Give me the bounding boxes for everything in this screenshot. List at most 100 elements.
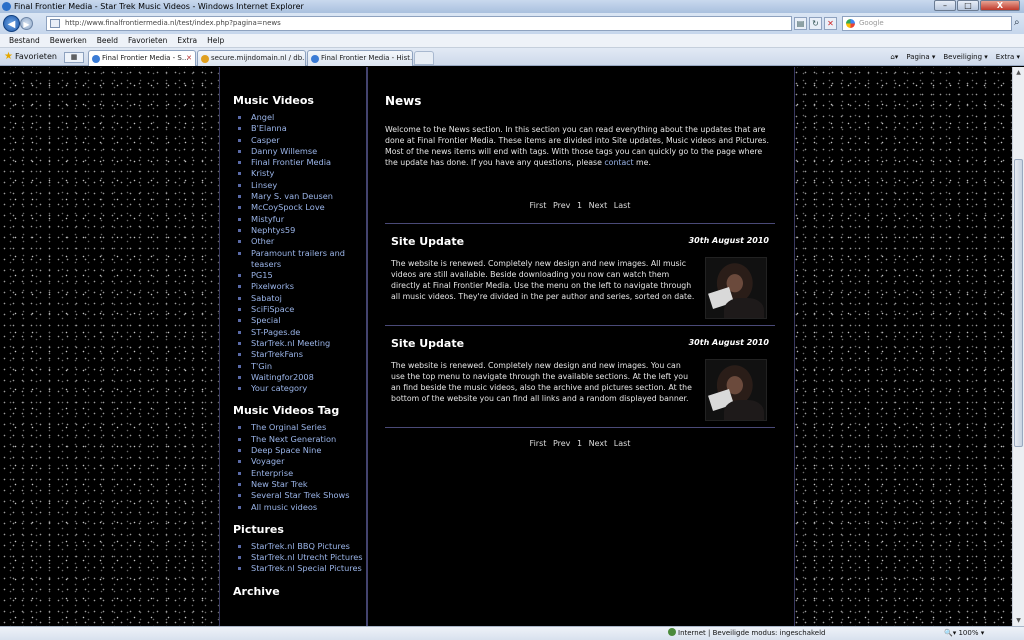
forward-button[interactable]: ▶: [20, 17, 33, 30]
sidebar-heading-archive: Archive: [233, 584, 280, 598]
sidebar-link[interactable]: Other: [233, 236, 363, 247]
scroll-down-icon[interactable]: ▼: [1013, 615, 1024, 626]
news-item: Site Update 30th August 2010 The website…: [391, 235, 771, 323]
sidebar-link[interactable]: Casper: [233, 135, 363, 146]
menu-help[interactable]: Help: [202, 34, 229, 47]
contact-link[interactable]: contact: [604, 158, 633, 167]
back-button[interactable]: ◀: [3, 15, 20, 32]
pager-page[interactable]: 1: [577, 201, 582, 210]
sidebar-link[interactable]: Enterprise: [233, 468, 363, 479]
tab-final-frontier-history[interactable]: Final Frontier Media - Hist...: [307, 50, 413, 66]
home-icon[interactable]: ⌂▾: [890, 51, 898, 63]
news-title: Site Update: [391, 337, 465, 350]
sidebar-link[interactable]: Several Star Trek Shows: [233, 490, 363, 501]
sidebar-link[interactable]: StarTrek.nl Special Pictures: [233, 563, 363, 574]
sidebar-link[interactable]: Linsey: [233, 180, 363, 191]
divider: [385, 427, 775, 428]
new-tab-button[interactable]: [414, 51, 434, 65]
sidebar-link[interactable]: StarTrek.nl BBQ Pictures: [233, 541, 363, 552]
sidebar-link[interactable]: Sabatoj: [233, 293, 363, 304]
news-thumbnail[interactable]: [705, 359, 767, 421]
pager-last[interactable]: Last: [614, 439, 631, 448]
intro-body: Welcome to the News section. In this sec…: [385, 125, 769, 167]
tab-mijndomain[interactable]: secure.mijndomain.nl / db...: [197, 50, 306, 66]
sidebar-link[interactable]: Paramount trailers and teasers: [233, 248, 363, 271]
zoom-control[interactable]: 🔍▾ 100% ▾: [944, 627, 984, 640]
tools-menu[interactable]: Extra ▾: [996, 51, 1020, 63]
sidebar-link[interactable]: PG15: [233, 270, 363, 281]
tab-final-frontier-news[interactable]: Final Frontier Media - S... ✕: [88, 50, 196, 66]
sidebar-link[interactable]: Voyager: [233, 456, 363, 467]
pager-last[interactable]: Last: [614, 201, 631, 210]
scroll-thumb[interactable]: [1014, 159, 1023, 447]
minimize-button[interactable]: –: [934, 0, 956, 11]
sidebar-heading-music-videos: Music Videos: [233, 94, 314, 107]
sidebar-link[interactable]: ST-Pages.de: [233, 327, 363, 338]
menu-view[interactable]: Beeld: [92, 34, 123, 47]
sidebar-link[interactable]: Mistyfur: [233, 214, 363, 225]
menu-tools[interactable]: Extra: [172, 34, 202, 47]
sidebar-link[interactable]: Your category: [233, 383, 363, 394]
sidebar-link[interactable]: The Next Generation: [233, 434, 363, 445]
sidebar-link[interactable]: T'Gin: [233, 361, 363, 372]
sidebar-link[interactable]: Danny Willemse: [233, 146, 363, 157]
pager-prev[interactable]: Prev: [553, 201, 570, 210]
security-menu[interactable]: Beveiliging ▾: [943, 51, 987, 63]
thumbnail-detail: [724, 298, 764, 318]
pager-page[interactable]: 1: [577, 439, 582, 448]
news-body: The website is renewed. Completely new d…: [391, 259, 695, 301]
sidebar-link[interactable]: Deep Space Nine: [233, 445, 363, 456]
search-input[interactable]: Google: [842, 16, 1012, 31]
sidebar-link[interactable]: Kristy: [233, 168, 363, 179]
news-thumbnail[interactable]: [705, 257, 767, 319]
sidebar-link[interactable]: Angel: [233, 112, 363, 123]
sidebar-link[interactable]: The Orginal Series: [233, 422, 363, 433]
music-videos-list: Angel B'Elanna Casper Danny Willemse Final F…: [233, 112, 366, 394]
pager-next[interactable]: Next: [589, 439, 608, 448]
favorites-button[interactable]: ★ Favorieten: [4, 51, 57, 63]
site-container: Music Videos Angel B'Elanna Casper Danny Wi…: [219, 67, 795, 626]
menu-edit[interactable]: Bewerken: [45, 34, 92, 47]
pager-top: First Prev 1 Next Last: [385, 201, 775, 210]
sidebar-link[interactable]: Special: [233, 315, 363, 326]
warning-icon: [201, 55, 209, 63]
compat-view-icon[interactable]: ▤: [794, 17, 807, 30]
sidebar-link[interactable]: Nephtys59: [233, 225, 363, 236]
status-bar: Internet | Beveiligde modus: ingeschakel…: [0, 626, 1024, 640]
sidebar-link[interactable]: New Star Trek: [233, 479, 363, 490]
pager-prev[interactable]: Prev: [553, 439, 570, 448]
sidebar-link[interactable]: StarTrekFans: [233, 349, 363, 360]
pager-first[interactable]: First: [530, 201, 547, 210]
address-bar[interactable]: http://www.finalfrontiermedia.nl/test/in…: [46, 16, 792, 31]
sidebar-link[interactable]: SciFiSpace: [233, 304, 363, 315]
sidebar-link[interactable]: StarTrek.nl Utrecht Pictures: [233, 552, 363, 563]
sidebar-link[interactable]: B'Elanna: [233, 123, 363, 134]
sidebar-link[interactable]: Waitingfor2008: [233, 372, 363, 383]
pager-first[interactable]: First: [530, 439, 547, 448]
page-title: News: [385, 94, 422, 108]
tab-close-icon[interactable]: ✕: [186, 51, 192, 66]
page-menu[interactable]: Pagina ▾: [906, 51, 935, 63]
refresh-icon[interactable]: ↻: [809, 17, 822, 30]
news-title: Site Update: [391, 235, 465, 248]
sidebar-link[interactable]: Mary S. van Deusen: [233, 191, 363, 202]
sidebar-link[interactable]: StarTrek.nl Meeting: [233, 338, 363, 349]
search-icon[interactable]: ⌕: [1014, 17, 1020, 28]
sidebar-link[interactable]: All music videos: [233, 502, 363, 513]
security-zone[interactable]: Internet | Beveiligde modus: ingeschakel…: [668, 627, 825, 640]
sidebar-link[interactable]: McCoySpock Love: [233, 202, 363, 213]
quick-tabs-icon[interactable]: ▦: [64, 52, 84, 63]
pager-next[interactable]: Next: [589, 201, 608, 210]
menu-favorites[interactable]: Favorieten: [123, 34, 172, 47]
scroll-up-icon[interactable]: ▲: [1013, 67, 1024, 78]
sidebar-link[interactable]: Pixelworks: [233, 281, 363, 292]
close-window-button[interactable]: X: [980, 0, 1020, 11]
vertical-scrollbar[interactable]: ▲ ▼: [1012, 67, 1024, 626]
page-icon: [50, 19, 60, 28]
address-url: http://www.finalfrontiermedia.nl/test/in…: [65, 19, 281, 27]
maximize-button[interactable]: □: [957, 0, 979, 11]
stop-icon[interactable]: ✕: [824, 17, 837, 30]
window-titlebar: Final Frontier Media - Star Trek Music V…: [0, 0, 1024, 13]
menu-file[interactable]: Bestand: [4, 34, 45, 47]
sidebar-link[interactable]: Final Frontier Media: [233, 157, 363, 168]
